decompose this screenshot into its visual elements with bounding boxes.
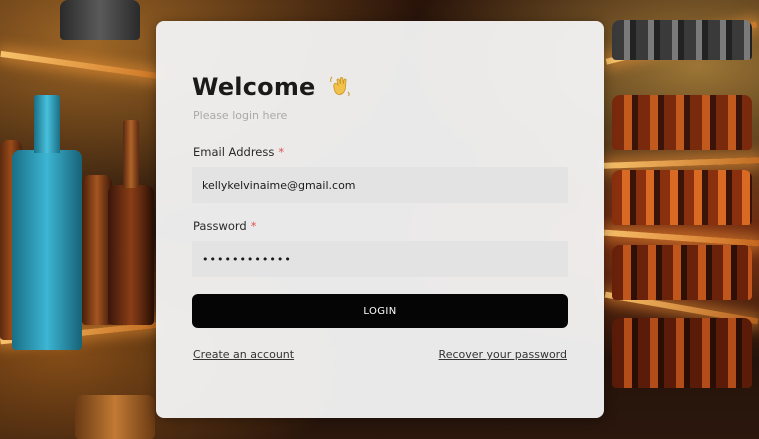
required-marker: * [278, 145, 285, 159]
shelf-light [0, 50, 160, 80]
bottle [12, 95, 82, 350]
bottle-row [612, 318, 752, 388]
create-account-link[interactable]: Create an account [193, 348, 294, 361]
page-subtitle: Please login here [193, 109, 288, 122]
email-label-text: Email Address [193, 145, 275, 159]
password-label-text: Password [193, 219, 247, 233]
shelf-light [603, 229, 759, 247]
recover-password-link[interactable]: Recover your password [439, 348, 567, 361]
title-row: Welcome [192, 73, 352, 101]
bottle [108, 120, 154, 325]
required-marker: * [250, 219, 257, 233]
bottle [75, 395, 155, 439]
bottle-row [612, 95, 752, 150]
login-button[interactable]: LOGIN [192, 294, 568, 328]
email-label: Email Address * [193, 145, 284, 159]
bottle-row [612, 245, 752, 300]
page-title: Welcome [192, 73, 316, 101]
password-label: Password * [193, 219, 256, 233]
login-card: Welcome Please login here Email Address *… [156, 21, 604, 418]
waving-hand-icon [328, 74, 352, 101]
bottle [60, 0, 140, 40]
email-field[interactable] [192, 167, 568, 203]
bottle-row [612, 170, 752, 225]
shelf-light [603, 157, 759, 169]
password-field[interactable] [192, 241, 568, 277]
bottle-row [612, 20, 752, 60]
